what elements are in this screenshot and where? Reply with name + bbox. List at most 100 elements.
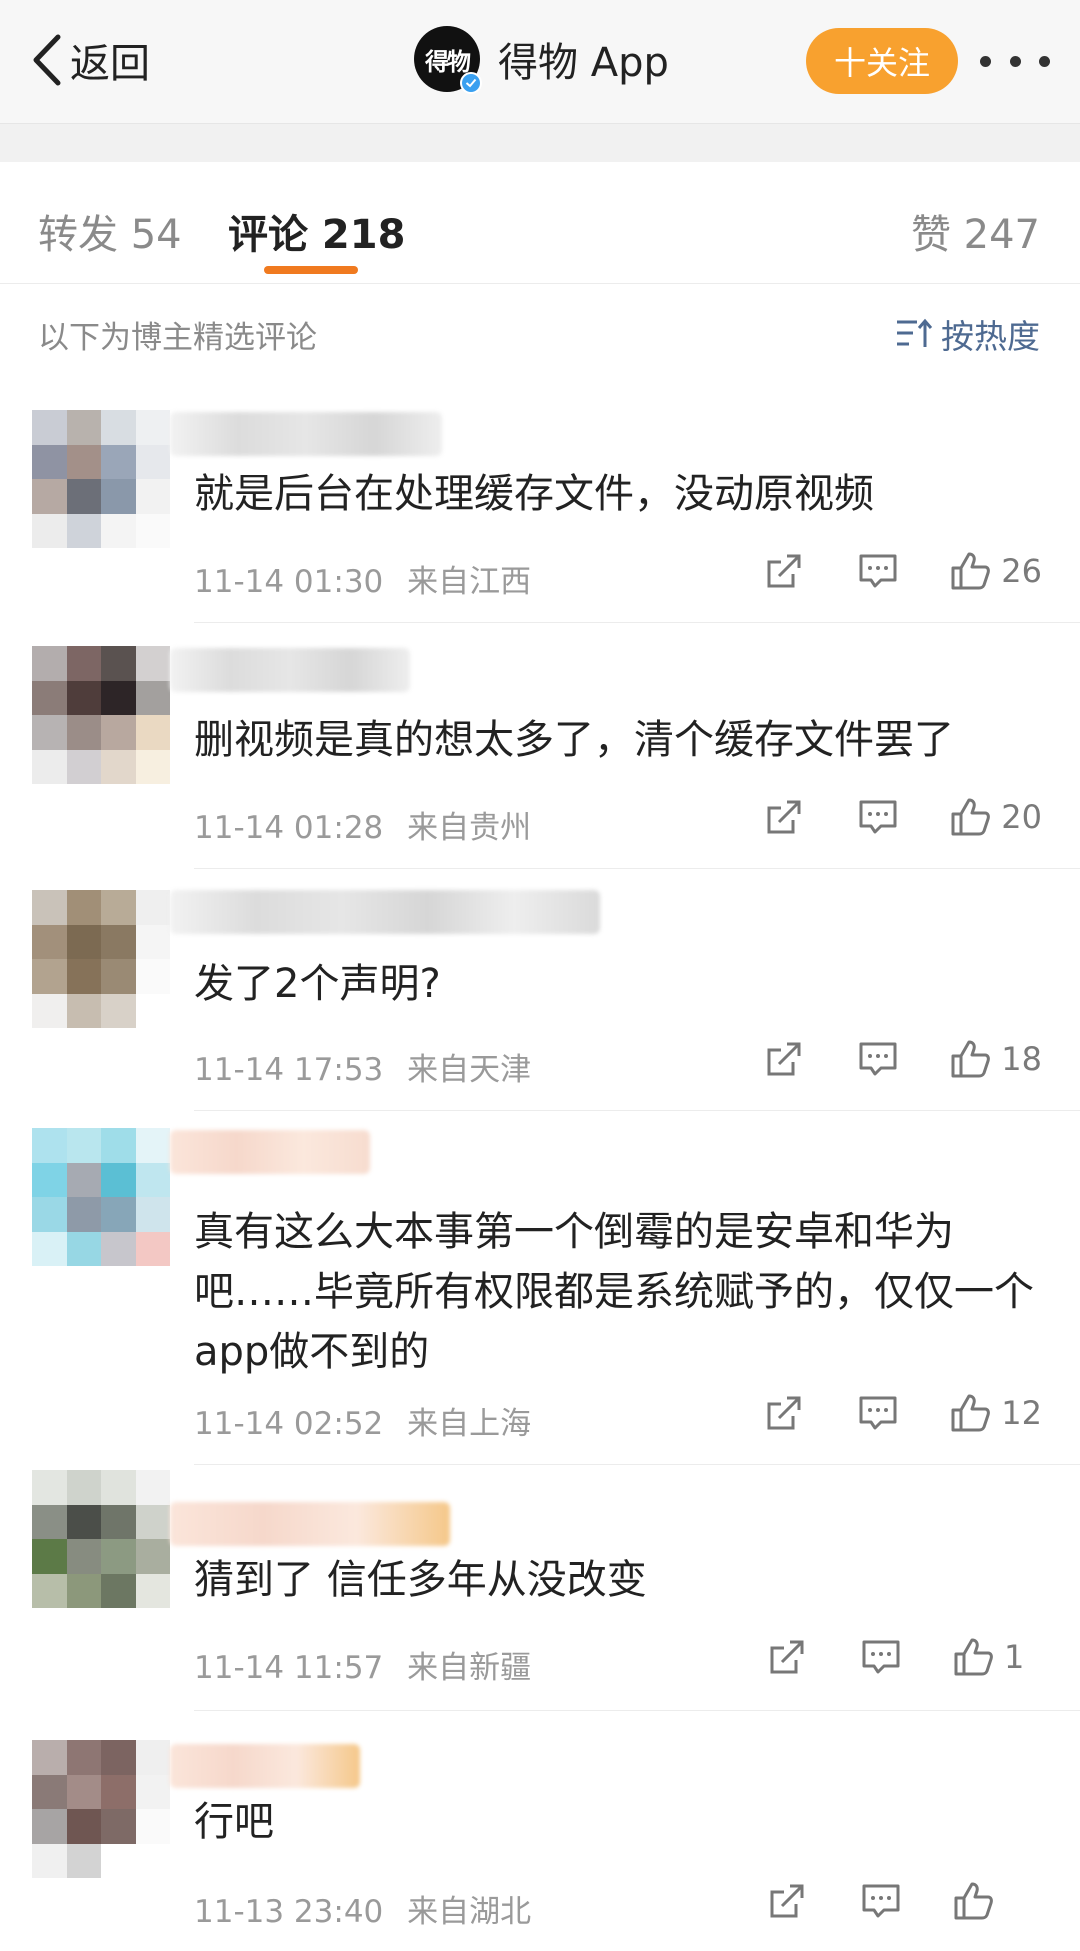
comment-actions: 12 bbox=[763, 1392, 1042, 1434]
avatar[interactable] bbox=[32, 1128, 170, 1266]
comment-text: 行吧 bbox=[194, 1799, 274, 1845]
share-icon bbox=[770, 1640, 804, 1674]
verified-badge-icon bbox=[460, 72, 482, 94]
username-blurred[interactable] bbox=[170, 648, 410, 692]
like-button[interactable] bbox=[952, 1880, 1042, 1922]
share-button[interactable] bbox=[763, 796, 805, 838]
like-button[interactable]: 20 bbox=[949, 796, 1042, 838]
comment-section-header: 以下为博主精选评论 按热度 bbox=[0, 284, 1080, 380]
back-label: 返回 bbox=[70, 41, 150, 87]
avatar[interactable] bbox=[32, 1740, 170, 1878]
share-icon bbox=[767, 800, 801, 834]
share-icon bbox=[767, 554, 801, 588]
thumbs-up-icon bbox=[951, 798, 991, 836]
sort-label: 按热度 bbox=[941, 317, 1040, 356]
like-count: 18 bbox=[1001, 1040, 1042, 1078]
divider bbox=[194, 1464, 1080, 1465]
comment-location: 来自天津 bbox=[407, 1052, 532, 1088]
like-count: 1 bbox=[1004, 1638, 1025, 1676]
comment-time: 11-14 01:30 bbox=[194, 564, 384, 600]
comment-time: 11-14 17:53 bbox=[194, 1052, 384, 1088]
avatar[interactable] bbox=[32, 410, 170, 548]
share-icon bbox=[767, 1042, 801, 1076]
comment-meta: 11-14 11:57 来自新疆 bbox=[194, 1642, 531, 1687]
comment-location: 来自湖北 bbox=[407, 1894, 532, 1930]
thumbs-up-icon bbox=[954, 1638, 993, 1676]
section-title: 以下为博主精选评论 bbox=[38, 320, 317, 356]
reply-button[interactable] bbox=[857, 1038, 899, 1080]
reply-button[interactable] bbox=[857, 550, 899, 592]
tab-reposts[interactable]: 转发 54 bbox=[38, 202, 182, 260]
comment-location: 来自江西 bbox=[407, 564, 532, 600]
comment-icon bbox=[859, 1396, 897, 1430]
share-button[interactable] bbox=[763, 1392, 805, 1434]
account-avatar[interactable]: 得物 bbox=[414, 26, 482, 94]
comment-actions bbox=[766, 1880, 1042, 1922]
comment-icon bbox=[862, 1640, 900, 1674]
comment-time: 11-13 23:40 bbox=[194, 1894, 384, 1930]
avatar[interactable] bbox=[32, 890, 170, 1028]
tab-likes[interactable]: 赞 247 bbox=[911, 202, 1040, 260]
separator-band bbox=[0, 124, 1080, 162]
divider bbox=[194, 868, 1080, 869]
sort-button[interactable]: 按热度 bbox=[895, 310, 1040, 358]
like-button[interactable]: 18 bbox=[949, 1038, 1042, 1080]
comment-time: 11-14 02:52 bbox=[194, 1406, 384, 1442]
share-button[interactable] bbox=[766, 1880, 808, 1922]
comment-location: 来自贵州 bbox=[407, 810, 532, 846]
back-button[interactable]: 返回 bbox=[30, 30, 150, 90]
divider bbox=[194, 1110, 1080, 1111]
comment-location: 来自上海 bbox=[407, 1406, 532, 1442]
more-options-icon[interactable] bbox=[980, 56, 1050, 68]
comment-meta: 11-13 23:40 来自湖北 bbox=[194, 1886, 531, 1931]
reply-button[interactable] bbox=[860, 1880, 902, 1922]
comment-time: 11-14 11:57 bbox=[194, 1650, 384, 1686]
like-count: 26 bbox=[1001, 552, 1042, 590]
divider bbox=[194, 1710, 1080, 1711]
comment-text: 真有这么大本事第一个倒霉的是安卓和华为吧……毕竟所有权限都是系统赋予的，仅仅一个… bbox=[194, 1209, 1034, 1375]
share-button[interactable] bbox=[763, 1038, 805, 1080]
comment-meta: 11-14 17:53 来自天津 bbox=[194, 1044, 531, 1089]
username-blurred[interactable] bbox=[170, 412, 442, 456]
avatar[interactable] bbox=[32, 646, 170, 784]
avatar[interactable] bbox=[32, 1470, 170, 1608]
share-icon bbox=[770, 1884, 804, 1918]
username-blurred[interactable] bbox=[170, 1744, 360, 1788]
username-blurred[interactable] bbox=[170, 1502, 450, 1546]
share-button[interactable] bbox=[763, 550, 805, 592]
like-button[interactable]: 1 bbox=[952, 1636, 1042, 1678]
share-button[interactable] bbox=[766, 1636, 808, 1678]
comment-text: 删视频是真的想太多了，清个缓存文件罢了 bbox=[194, 717, 954, 763]
comment-meta: 11-14 01:28 来自贵州 bbox=[194, 802, 531, 847]
comment-actions: 20 bbox=[763, 796, 1042, 838]
top-nav-bar: 返回 得物 得物 App 十关注 bbox=[0, 0, 1080, 124]
thumbs-up-icon bbox=[951, 1040, 991, 1078]
follow-button[interactable]: 十关注 bbox=[806, 28, 958, 94]
comment-text: 猜到了 信任多年从没改变 bbox=[194, 1557, 647, 1603]
thumbs-up-icon bbox=[951, 1394, 991, 1432]
divider bbox=[194, 622, 1080, 623]
comment-icon bbox=[859, 1042, 897, 1076]
comment-text: 发了2个声明? bbox=[194, 961, 441, 1007]
comment-text: 就是后台在处理缓存文件，没动原视频 bbox=[194, 471, 874, 517]
like-button[interactable]: 12 bbox=[949, 1392, 1042, 1434]
tab-bar: 转发 54 评论 218 赞 247 bbox=[0, 162, 1080, 284]
logo-text: 得物 bbox=[425, 47, 471, 76]
tab-comments[interactable]: 评论 218 bbox=[228, 202, 405, 260]
like-button[interactable]: 26 bbox=[949, 550, 1042, 592]
like-count: 20 bbox=[1001, 798, 1042, 836]
account-info[interactable]: 得物 得物 App bbox=[414, 26, 669, 94]
like-count: 12 bbox=[1001, 1394, 1042, 1432]
username-blurred[interactable] bbox=[170, 1130, 370, 1174]
comment-icon bbox=[859, 554, 897, 588]
reply-button[interactable] bbox=[860, 1636, 902, 1678]
username-blurred[interactable] bbox=[170, 890, 600, 934]
thumbs-up-icon bbox=[954, 1882, 993, 1920]
reply-button[interactable] bbox=[857, 1392, 899, 1434]
comment-actions: 26 bbox=[763, 550, 1042, 592]
comment-actions: 1 bbox=[766, 1636, 1042, 1678]
comment-meta: 11-14 02:52 来自上海 bbox=[194, 1398, 531, 1443]
reply-button[interactable] bbox=[857, 796, 899, 838]
active-tab-indicator bbox=[264, 266, 358, 274]
comment-location: 来自新疆 bbox=[407, 1650, 532, 1686]
